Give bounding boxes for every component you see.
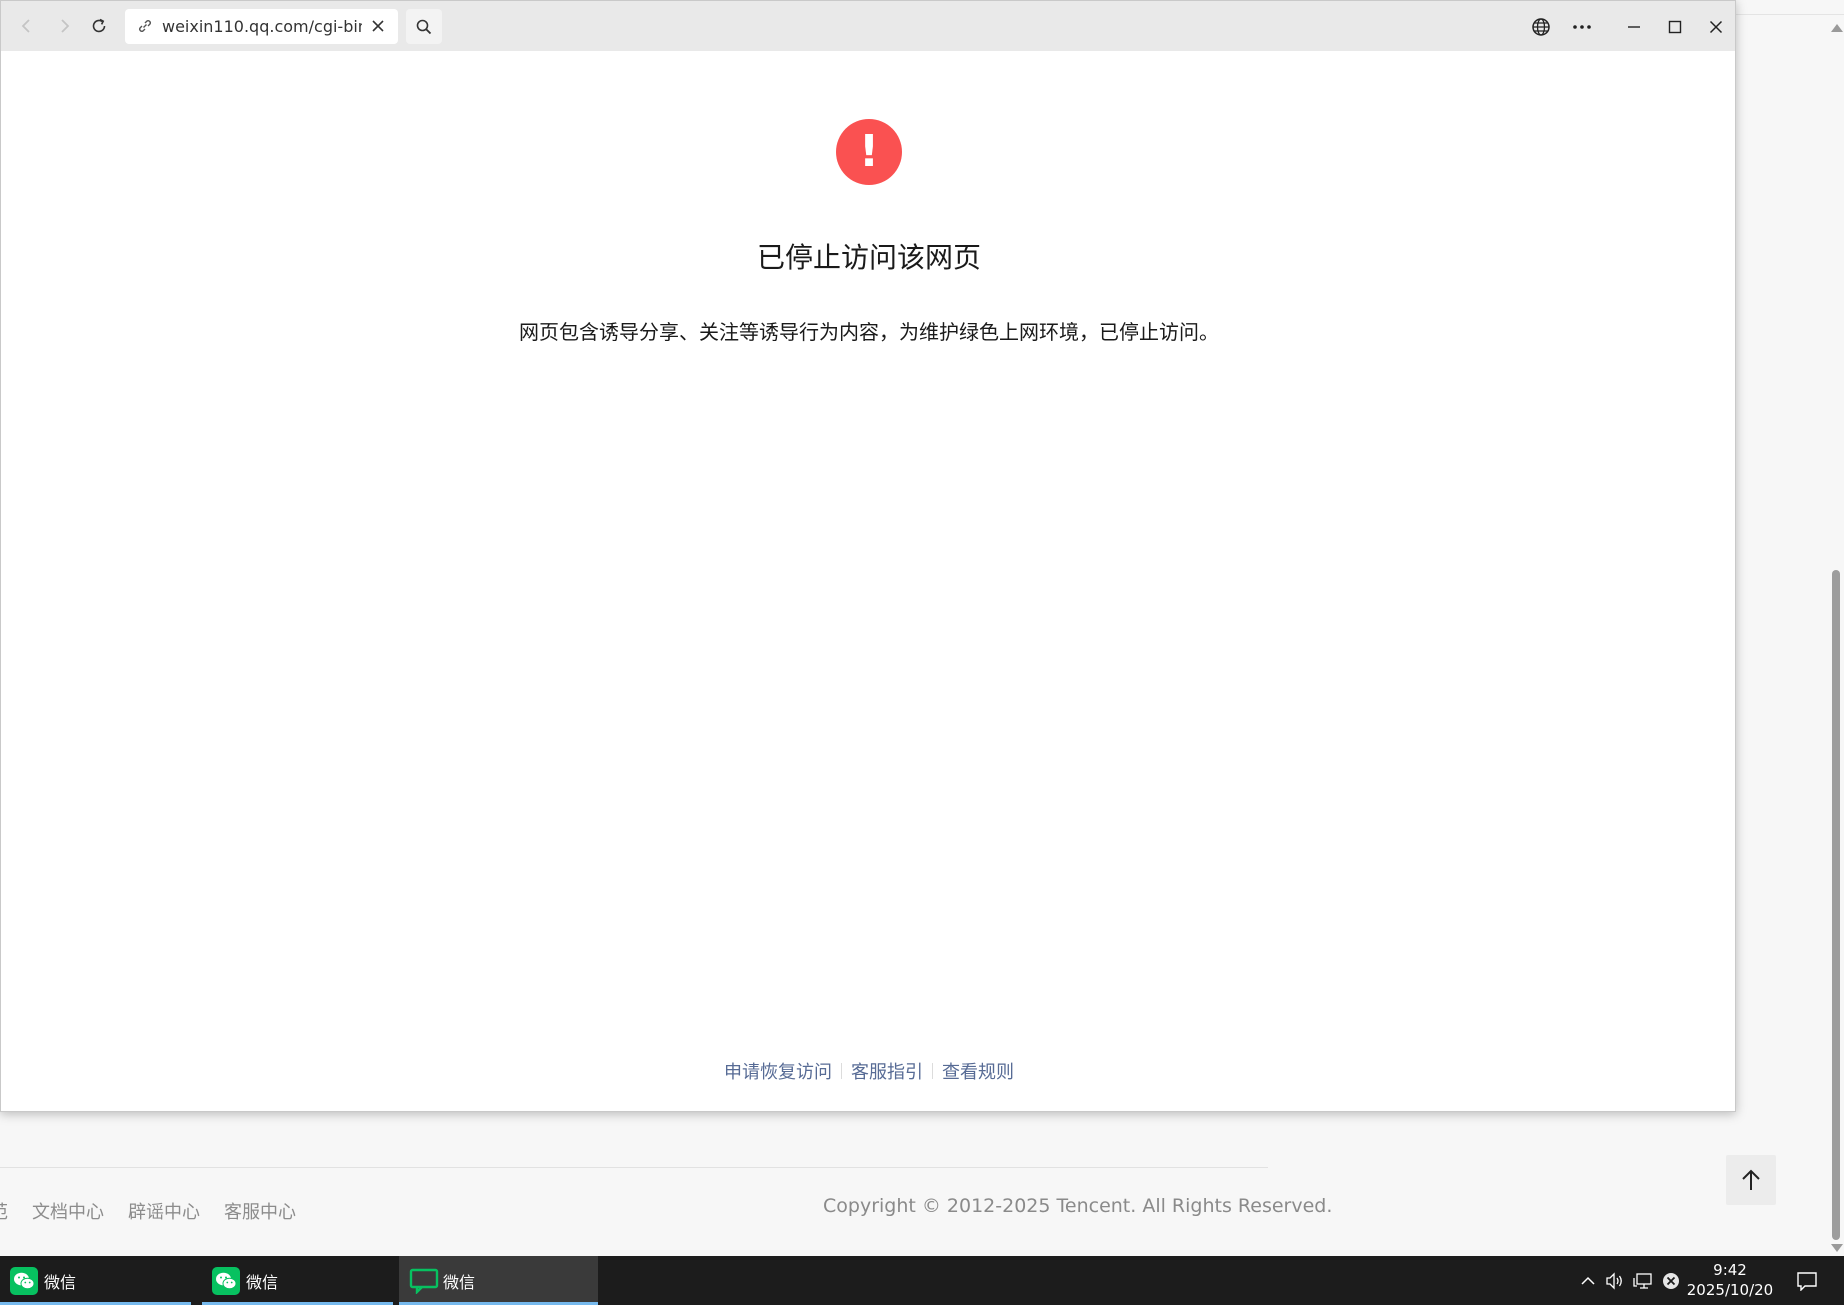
warning-icon: ! <box>836 119 902 185</box>
taskbar-item-wechat-1[interactable]: 微信 <box>0 1256 191 1305</box>
reload-button[interactable] <box>86 13 112 39</box>
taskbar-item-label: 微信 <box>443 1272 476 1292</box>
address-text[interactable]: weixin110.qq.com/cgi-bin/mmspamsupport <box>162 17 362 36</box>
link-separator <box>841 1063 842 1079</box>
globe-icon <box>1532 18 1550 36</box>
more-icon <box>1573 25 1591 29</box>
tray-overflow-button[interactable] <box>1574 1256 1602 1305</box>
close-icon <box>1709 20 1723 34</box>
notification-center-button[interactable] <box>1790 1256 1824 1305</box>
page-description: 网页包含诱导分享、关注等诱导行为内容，为维护绿色上网环境，已停止访问。 <box>519 320 1219 344</box>
taskbar: 微信 微信 微信 9:42 2025/10/20 <box>0 1256 1844 1305</box>
taskbar-item-wechat-chat[interactable]: 微信 <box>399 1256 598 1305</box>
customer-service-link[interactable]: 客服指引 <box>851 1058 923 1084</box>
taskbar-item-label: 微信 <box>44 1272 77 1292</box>
footer-link[interactable]: 范 <box>0 1198 8 1224</box>
browser-window: weixin110.qq.com/cgi-bin/mmspamsupport <box>0 0 1736 1112</box>
page-title: 已停止访问该网页 <box>756 241 981 274</box>
search-icon <box>416 19 432 34</box>
browser-titlebar: weixin110.qq.com/cgi-bin/mmspamsupport <box>1 1 1735 51</box>
wechat-icon <box>212 1266 240 1295</box>
warning-glyph: ! <box>858 126 880 177</box>
close-icon[interactable] <box>369 17 387 35</box>
taskbar-item-label: 微信 <box>246 1272 279 1292</box>
maximize-button[interactable] <box>1661 13 1689 41</box>
search-button[interactable] <box>406 9 442 44</box>
view-rules-link[interactable]: 查看规则 <box>942 1058 1014 1084</box>
arrow-up-icon <box>1742 1169 1760 1190</box>
volume-icon <box>1606 1271 1622 1290</box>
scroll-down-arrow-icon[interactable] <box>1831 1244 1843 1252</box>
back-arrow-icon <box>21 19 30 33</box>
clock-time: 9:42 <box>1713 1261 1747 1279</box>
minimize-icon <box>1628 26 1640 28</box>
footer-divider <box>0 1167 1268 1168</box>
minimize-button[interactable] <box>1620 13 1648 41</box>
page-content: ! 已停止访问该网页 网页包含诱导分享、关注等诱导行为内容，为维护绿色上网环境，… <box>1 51 1735 1112</box>
forward-arrow-icon <box>61 19 70 33</box>
copyright-text: Copyright © 2012-2025 Tencent. All Right… <box>823 1195 1333 1217</box>
reload-icon <box>92 18 106 33</box>
forward-button[interactable] <box>52 13 78 39</box>
close-window-button[interactable] <box>1702 13 1730 41</box>
scroll-up-arrow-icon[interactable] <box>1831 24 1843 32</box>
footer-link-rumor[interactable]: 辟谣中心 <box>128 1198 200 1224</box>
footer-links: 范 文档中心 辟谣中心 客服中心 <box>0 1198 296 1224</box>
back-button[interactable] <box>13 13 39 39</box>
network-button[interactable] <box>1629 1256 1657 1305</box>
taskbar-item-wechat-2[interactable]: 微信 <box>202 1256 393 1305</box>
chevron-up-icon <box>1581 1276 1595 1285</box>
taskbar-clock[interactable]: 9:42 2025/10/20 <box>1680 1260 1780 1300</box>
divider <box>1735 14 1844 15</box>
link-icon <box>139 20 151 32</box>
globe-button[interactable] <box>1527 13 1555 41</box>
action-links: 申请恢复访问 客服指引 查看规则 <box>1 1058 1737 1084</box>
notification-icon <box>1797 1271 1817 1291</box>
clock-date: 2025/10/20 <box>1686 1281 1774 1299</box>
error-circle-icon <box>1663 1272 1679 1289</box>
back-to-top-button[interactable] <box>1726 1155 1776 1205</box>
wechat-chat-icon <box>409 1267 439 1295</box>
maximize-icon <box>1668 20 1682 34</box>
scrollbar-thumb[interactable] <box>1832 570 1840 1240</box>
footer-link-service[interactable]: 客服中心 <box>224 1198 296 1224</box>
more-button[interactable] <box>1568 13 1596 41</box>
wechat-icon <box>10 1266 38 1295</box>
page-scrollbar[interactable] <box>1828 18 1844 1256</box>
request-restore-link[interactable]: 申请恢复访问 <box>724 1058 832 1084</box>
volume-button[interactable] <box>1601 1256 1629 1305</box>
link-separator <box>932 1063 933 1079</box>
address-bar[interactable]: weixin110.qq.com/cgi-bin/mmspamsupport <box>125 9 398 44</box>
network-icon <box>1633 1272 1652 1289</box>
footer-link-docs[interactable]: 文档中心 <box>32 1198 104 1224</box>
